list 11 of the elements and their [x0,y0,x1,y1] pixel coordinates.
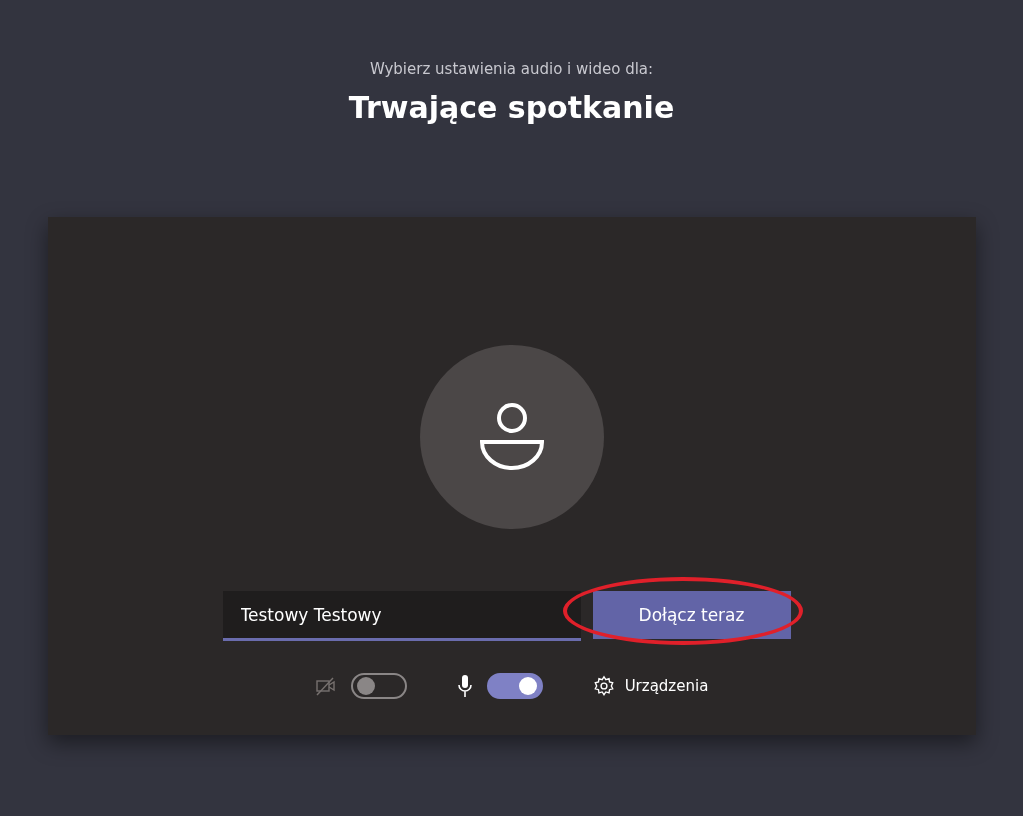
microphone-icon [456,673,473,699]
devices-button[interactable]: Urządzenia [592,675,709,697]
subtitle: Wybierz ustawienia audio i wideo dla: [369,60,654,78]
camera-off-icon [314,676,337,696]
name-field[interactable]: Testowy Testowy [222,591,581,641]
toggle-switch[interactable] [350,673,407,699]
join-button[interactable]: Dołącz teraz [592,591,791,639]
meeting-title: Trwające spotkanie [348,90,675,125]
person-icon [478,402,545,472]
toggle-switch[interactable] [486,673,543,699]
settings-icon [592,675,615,697]
